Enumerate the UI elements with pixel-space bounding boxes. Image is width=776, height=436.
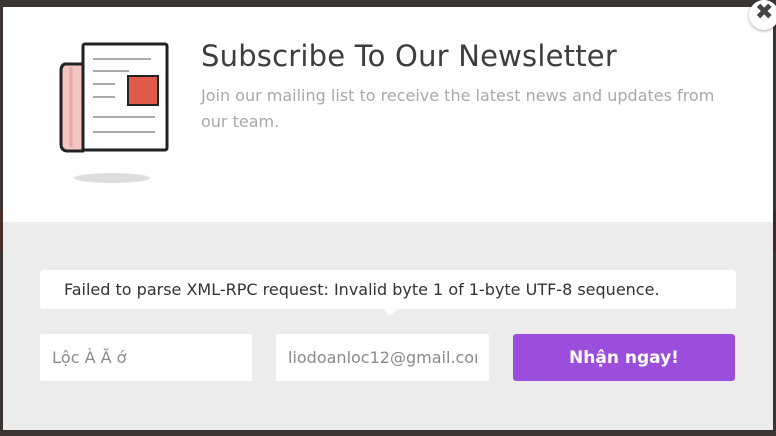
error-pointer: [383, 309, 397, 316]
error-message-box: Failed to parse XML-RPC request: Invalid…: [40, 270, 736, 316]
close-button[interactable]: ✖: [749, 0, 776, 30]
popup-subtitle: Join our mailing list to receive the lat…: [201, 86, 715, 131]
signup-panel: [3, 222, 773, 430]
name-input[interactable]: [40, 334, 252, 381]
error-message: Failed to parse XML-RPC request: Invalid…: [64, 280, 660, 299]
popup-header: Subscribe To Our Newsletter Join our mai…: [3, 7, 773, 222]
subscribe-button[interactable]: Nhận ngay!: [513, 334, 735, 381]
newspaper-icon: [59, 42, 169, 183]
email-input[interactable]: [276, 334, 489, 381]
popup-title: Subscribe To Our Newsletter: [201, 39, 617, 73]
newsletter-popup: Subscribe To Our Newsletter Join our mai…: [3, 7, 773, 430]
close-icon: ✖: [755, 0, 774, 25]
